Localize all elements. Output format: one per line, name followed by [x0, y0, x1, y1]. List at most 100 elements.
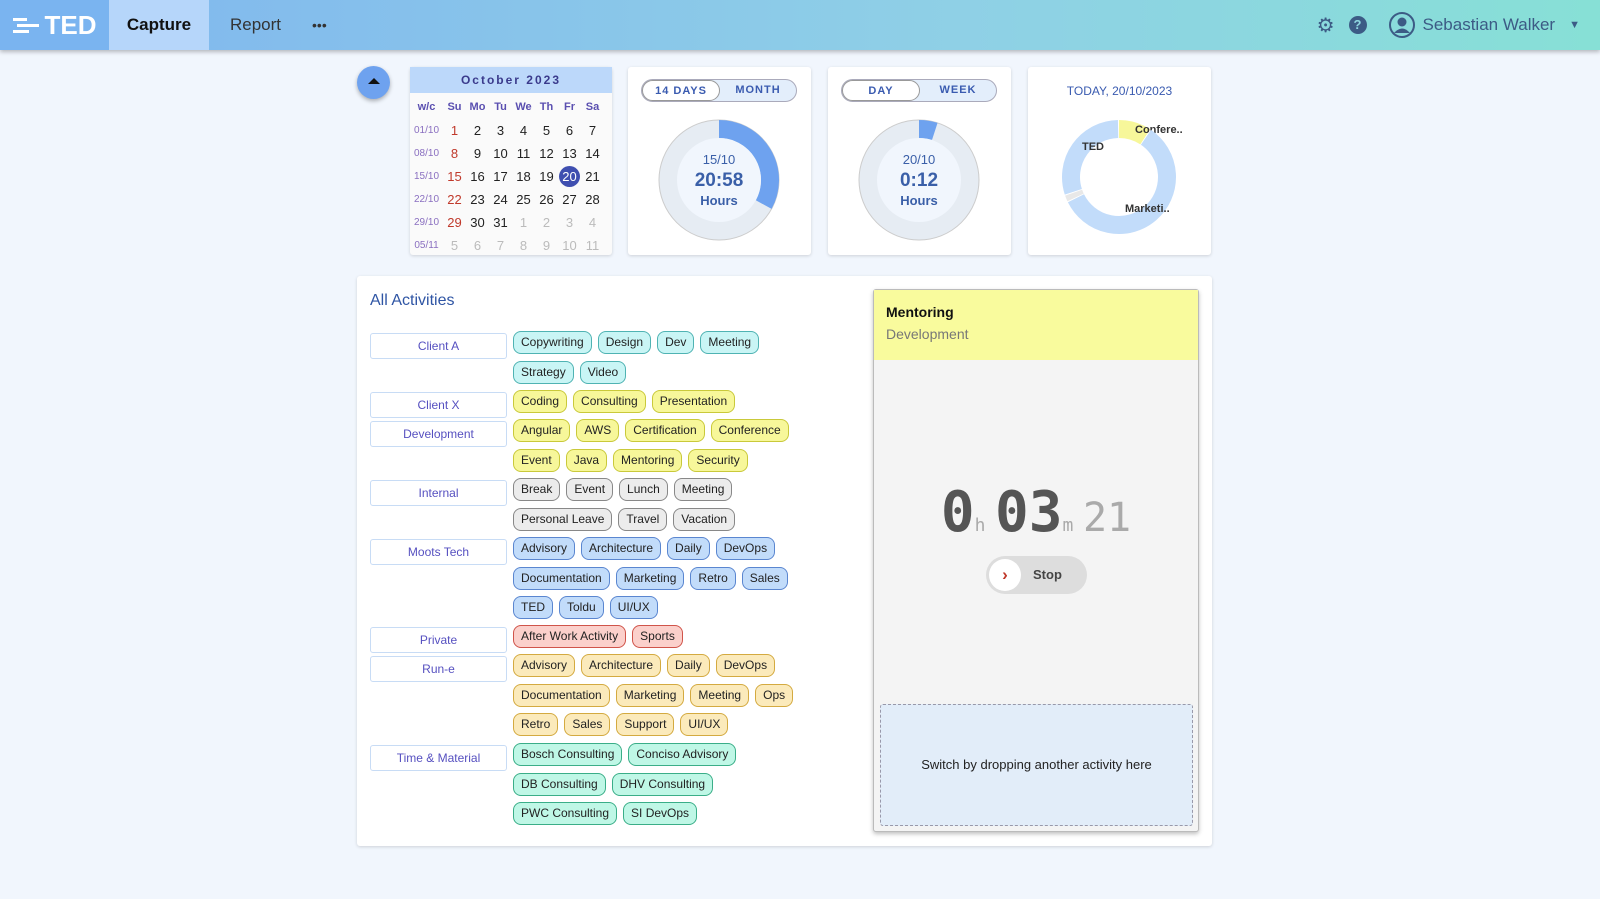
period-toggle[interactable]: 14 DAYS MONTH [641, 79, 797, 102]
group-label[interactable]: Time & Material [370, 745, 507, 771]
activity-chip[interactable]: Presentation [651, 390, 736, 413]
week-label[interactable]: 15/10 [410, 165, 443, 188]
more-menu-button[interactable]: ••• [302, 0, 337, 50]
calendar-day[interactable]: 7 [581, 119, 604, 142]
user-menu[interactable]: Sebastian Walker ▼ [1388, 12, 1580, 38]
calendar-day[interactable]: 3 [489, 119, 512, 142]
calendar-day[interactable]: 5 [443, 234, 466, 257]
activity-chip[interactable]: Certification [625, 419, 705, 442]
activity-chip[interactable]: Design [597, 331, 652, 354]
activity-chip[interactable]: Retro [690, 566, 736, 590]
calendar-day[interactable]: 8 [512, 234, 535, 257]
activity-chip[interactable]: Copywriting [513, 331, 592, 354]
calendar-day[interactable]: 11 [581, 234, 604, 257]
group-label[interactable]: Internal [370, 480, 507, 506]
group-label[interactable]: Moots Tech [370, 539, 507, 565]
week-label[interactable]: 29/10 [410, 211, 443, 234]
activity-chip[interactable]: Retro [513, 713, 559, 736]
group-label[interactable]: Development [370, 421, 507, 447]
activity-chip[interactable]: Dev [657, 331, 695, 354]
activity-chip[interactable]: Advisory [513, 654, 576, 677]
activity-chip[interactable]: Travel [618, 507, 668, 531]
calendar-day[interactable]: 23 [466, 188, 489, 211]
toggle-14-days[interactable]: 14 DAYS [642, 80, 720, 101]
calendar-day[interactable]: 9 [466, 142, 489, 165]
calendar-day[interactable]: 30 [466, 211, 489, 234]
calendar-day[interactable]: 29 [443, 211, 466, 234]
week-label[interactable]: 22/10 [410, 188, 443, 211]
calendar-day[interactable]: 13 [558, 142, 581, 165]
week-label[interactable]: 08/10 [410, 142, 443, 165]
activity-chip[interactable]: Mentoring [613, 448, 683, 472]
activity-chip[interactable]: Sales [564, 713, 611, 736]
activity-chip[interactable]: PWC Consulting [513, 802, 618, 825]
calendar-day[interactable]: 7 [489, 234, 512, 257]
day-toggle[interactable]: DAY WEEK [841, 79, 997, 102]
group-label[interactable]: Run-e [370, 656, 507, 682]
calendar-day[interactable]: 25 [512, 188, 535, 211]
calendar-day[interactable]: 20 [558, 165, 581, 188]
collapse-button[interactable] [357, 66, 390, 99]
calendar-day[interactable]: 26 [535, 188, 558, 211]
calendar-day[interactable]: 27 [558, 188, 581, 211]
calendar-day[interactable]: 1 [443, 119, 466, 142]
donut-slice[interactable] [1065, 189, 1084, 202]
calendar-day[interactable]: 6 [558, 119, 581, 142]
activity-chip[interactable]: Personal Leave [513, 507, 613, 531]
activity-chip[interactable]: Event [566, 478, 614, 501]
calendar-day[interactable]: 2 [466, 119, 489, 142]
calendar-day[interactable]: 8 [443, 142, 466, 165]
tab-report[interactable]: Report [209, 0, 302, 50]
activity-chip[interactable]: Conference [710, 419, 789, 442]
calendar-day[interactable]: 2 [535, 211, 558, 234]
activity-chip[interactable]: TED [513, 596, 553, 619]
calendar-day[interactable]: 10 [489, 142, 512, 165]
logo[interactable]: TED [0, 0, 109, 50]
calendar-day[interactable]: 3 [558, 211, 581, 234]
selected-day[interactable]: 20 [559, 166, 580, 187]
calendar-day[interactable]: 12 [535, 142, 558, 165]
calendar-day[interactable]: 4 [581, 211, 604, 234]
toggle-month[interactable]: MONTH [720, 80, 796, 101]
activity-chip[interactable]: Daily [667, 654, 710, 677]
activity-chip[interactable]: Sports [632, 625, 683, 648]
activity-chip[interactable]: Toldu [559, 596, 604, 619]
activity-chip[interactable]: UI/UX [680, 713, 729, 736]
activity-chip[interactable]: Bosch Consulting [513, 743, 623, 766]
gear-icon[interactable]: ⚙ [1317, 13, 1335, 38]
calendar-day[interactable]: 31 [489, 211, 512, 234]
activity-chip[interactable]: Meeting [690, 683, 750, 707]
activity-chip[interactable]: Video [579, 360, 627, 384]
calendar-day[interactable]: 4 [512, 119, 535, 142]
activity-chip[interactable]: After Work Activity [513, 625, 627, 648]
calendar-day[interactable]: 24 [489, 188, 512, 211]
activity-chip[interactable]: Java [565, 448, 608, 472]
calendar-day[interactable]: 19 [535, 165, 558, 188]
activity-chip[interactable]: Architecture [581, 537, 662, 560]
chevron-right-icon[interactable]: › [989, 559, 1021, 591]
calendar-day[interactable]: 10 [558, 234, 581, 257]
activity-chip[interactable]: SI DevOps [623, 802, 698, 825]
calendar-day[interactable]: 1 [512, 211, 535, 234]
activity-chip[interactable]: Sales [741, 566, 788, 590]
activity-chip[interactable]: Advisory [513, 537, 576, 560]
toggle-day[interactable]: DAY [842, 80, 920, 101]
activity-chip[interactable]: DevOps [715, 654, 776, 677]
calendar-day[interactable]: 11 [512, 142, 535, 165]
calendar-day[interactable]: 28 [581, 188, 604, 211]
calendar-day[interactable]: 16 [466, 165, 489, 188]
activity-chip[interactable]: Coding [513, 390, 568, 413]
week-label[interactable]: 05/11 [410, 234, 443, 257]
group-label[interactable]: Private [370, 627, 507, 653]
activity-chip[interactable]: Angular [513, 419, 571, 442]
week-label[interactable]: 01/10 [410, 119, 443, 142]
activity-chip[interactable]: DevOps [715, 537, 776, 560]
activity-chip[interactable]: Meeting [700, 331, 760, 354]
activity-chip[interactable]: Documentation [513, 566, 610, 590]
donut-slice[interactable] [1062, 120, 1119, 195]
activity-chip[interactable]: Meeting [673, 478, 733, 501]
group-label[interactable]: Client A [370, 333, 507, 359]
help-icon[interactable]: ? [1348, 16, 1367, 34]
activity-chip[interactable]: DHV Consulting [611, 772, 714, 796]
calendar-day[interactable]: 15 [443, 165, 466, 188]
